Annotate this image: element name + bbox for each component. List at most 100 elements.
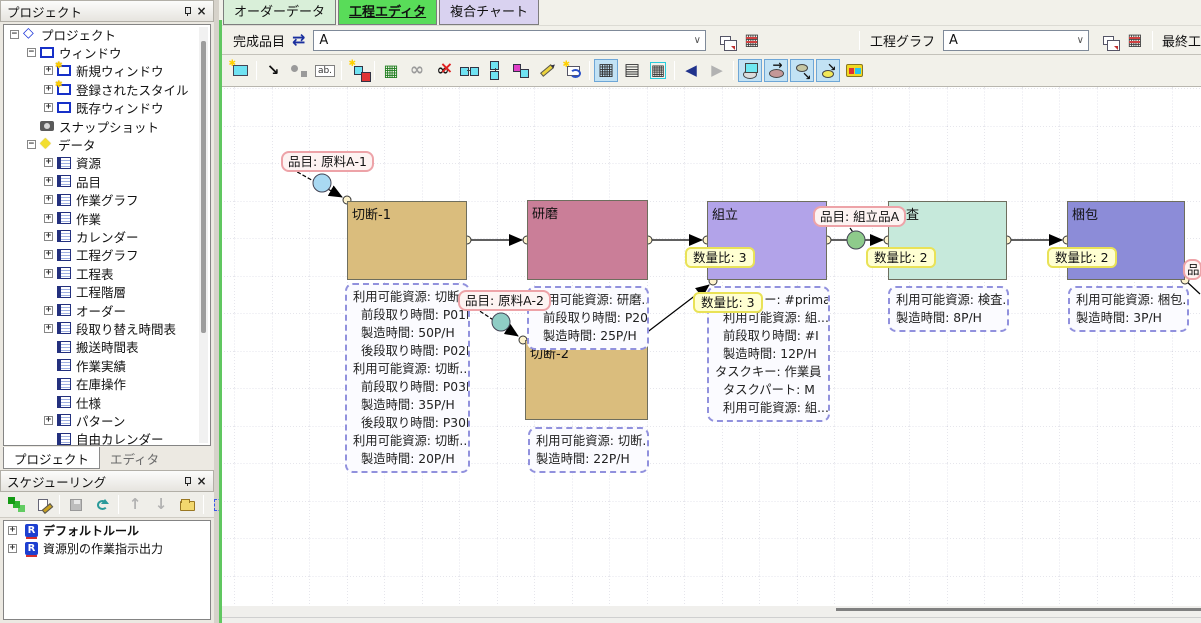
item-label-2[interactable]: 品目: 組立品A: [813, 206, 906, 227]
tree-item-13[interactable]: +工程表: [4, 264, 210, 282]
process-box-4[interactable]: 梱包: [1067, 201, 1185, 280]
expander-icon[interactable]: +: [44, 158, 53, 167]
property-box-0[interactable]: 利用可能資源: 切断...前段取り時間: P01H製造時間: 50P/H後段取り…: [345, 283, 470, 473]
tree-item-14[interactable]: 工程階層: [4, 282, 210, 300]
detail-table-button[interactable]: ▦: [646, 59, 670, 82]
undo-button[interactable]: [90, 493, 114, 516]
expander-icon[interactable]: −: [27, 48, 36, 57]
process-flow-canvas[interactable]: 切断-1研磨組立検査梱包切断-2利用可能資源: 切断...前段取り時間: P01…: [222, 87, 1201, 606]
tree-item-18[interactable]: 作業実績: [4, 356, 210, 374]
quantity-label-1[interactable]: 数量比: 3: [693, 292, 763, 313]
item-label-1[interactable]: 品目: 原料A-2: [458, 290, 551, 311]
tab-project[interactable]: プロジェクト: [3, 447, 100, 469]
open-window-button[interactable]: [714, 29, 738, 52]
link-arrow-button[interactable]: ↘: [261, 59, 285, 82]
refresh-window-button[interactable]: [561, 59, 585, 82]
pin-icon[interactable]: [179, 474, 194, 489]
palette-button[interactable]: [842, 59, 866, 82]
show-branch-button[interactable]: [790, 59, 814, 82]
tree-item-20[interactable]: 仕様: [4, 393, 210, 411]
property-box-4[interactable]: 利用可能資源: 検査...製造時間: 8P/H: [888, 286, 1009, 332]
show-item-button[interactable]: [738, 59, 762, 82]
expander-icon[interactable]: +: [44, 416, 53, 425]
show-process-button[interactable]: [764, 59, 788, 82]
tree-item-3[interactable]: +登録されたスタイル: [4, 80, 210, 98]
expander-icon[interactable]: +: [44, 177, 53, 186]
expander-icon[interactable]: −: [10, 30, 19, 39]
pin-icon[interactable]: [179, 4, 194, 19]
link-horizontal-button[interactable]: [457, 59, 481, 82]
tree-item-16[interactable]: +段取り替え時間表: [4, 319, 210, 337]
tree-item-5[interactable]: スナップショット: [4, 117, 210, 135]
move-up-button[interactable]: ↑: [123, 493, 147, 516]
expander-icon[interactable]: −: [27, 140, 36, 149]
run-button[interactable]: [5, 493, 29, 516]
process-graph-combobox[interactable]: A∨: [943, 30, 1089, 51]
project-tree-scrollbar[interactable]: [199, 27, 208, 443]
expander-icon[interactable]: +: [44, 250, 53, 259]
sched-rule-0[interactable]: +Rデフォルトルール: [4, 521, 210, 539]
link-node-gray-button[interactable]: [287, 59, 311, 82]
item-label-0[interactable]: 品目: 原料A-1: [281, 151, 374, 172]
sched-rule-1[interactable]: +R資源別の作業指示出力: [4, 539, 210, 557]
expander-icon[interactable]: +: [44, 324, 53, 333]
show-task-button[interactable]: [816, 59, 840, 82]
link-diagonal-button[interactable]: [509, 59, 533, 82]
highlight-pen-button[interactable]: [535, 59, 559, 82]
process-box-1[interactable]: 研磨: [527, 200, 648, 280]
property-list-button[interactable]: ▤: [620, 59, 644, 82]
new-node-button[interactable]: [346, 59, 370, 82]
doc-tab-2[interactable]: 複合チャート: [439, 0, 539, 25]
expander-icon[interactable]: +: [44, 306, 53, 315]
item-label-3[interactable]: 品目: [1183, 259, 1201, 280]
tree-item-15[interactable]: +オーダー: [4, 301, 210, 319]
table-view-button[interactable]: ▦: [594, 59, 618, 82]
open-table-button[interactable]: ▦: [1123, 29, 1147, 52]
doc-tab-1[interactable]: 工程エディタ: [338, 0, 437, 25]
expander-icon[interactable]: +: [44, 103, 53, 112]
insert-row-button[interactable]: ▦: [379, 59, 403, 82]
tree-item-6[interactable]: −データ: [4, 135, 210, 153]
tree-item-0[interactable]: −プロジェクト: [4, 25, 210, 43]
tree-item-21[interactable]: +パターン: [4, 411, 210, 429]
property-box-5[interactable]: 利用可能資源: 梱包...製造時間: 3P/H: [1068, 286, 1189, 332]
tree-item-19[interactable]: 在庫操作: [4, 374, 210, 392]
doc-tab-0[interactable]: オーダーデータ: [223, 0, 336, 25]
expander-icon[interactable]: +: [44, 195, 53, 204]
expander-icon[interactable]: +: [44, 269, 53, 278]
property-box-2[interactable]: 利用可能資源: 切断...製造時間: 22P/H: [528, 427, 649, 473]
back-button[interactable]: ◀: [679, 59, 703, 82]
edit-rule-button[interactable]: [31, 493, 55, 516]
expander-icon[interactable]: +: [44, 66, 53, 75]
save-button[interactable]: [64, 493, 88, 516]
expander-icon[interactable]: +: [44, 232, 53, 241]
scrollbar-thumb[interactable]: [836, 608, 1201, 611]
process-box-2[interactable]: 組立: [707, 201, 827, 280]
tree-item-2[interactable]: +新規ウィンドウ: [4, 62, 210, 80]
expander-icon[interactable]: +: [8, 526, 17, 535]
layout-vertical-button[interactable]: [483, 59, 507, 82]
tree-item-10[interactable]: +作業: [4, 209, 210, 227]
tree-item-8[interactable]: +品目: [4, 172, 210, 190]
scrollbar-thumb[interactable]: [201, 41, 206, 333]
close-icon[interactable]: ×: [194, 474, 209, 489]
new-process-button[interactable]: [228, 59, 252, 82]
close-icon[interactable]: ×: [194, 4, 209, 19]
tree-item-11[interactable]: +カレンダー: [4, 227, 210, 245]
open-table-button[interactable]: ▦: [740, 29, 764, 52]
process-box-5[interactable]: 切断-2: [525, 340, 648, 420]
tree-item-9[interactable]: +作業グラフ: [4, 191, 210, 209]
process-box-0[interactable]: 切断-1: [347, 201, 467, 280]
quantity-label-0[interactable]: 数量比: 3: [685, 247, 755, 268]
expander-icon[interactable]: +: [44, 85, 53, 94]
move-down-button[interactable]: ↓: [149, 493, 173, 516]
forward-button[interactable]: ▶: [705, 59, 729, 82]
tree-item-7[interactable]: +資源: [4, 154, 210, 172]
swap-icon[interactable]: ⇄: [292, 32, 305, 48]
expander-icon[interactable]: +: [44, 214, 53, 223]
tree-item-17[interactable]: 搬送時間表: [4, 338, 210, 356]
folder-button[interactable]: [175, 493, 199, 516]
tab-editor[interactable]: エディタ: [100, 447, 169, 469]
tree-item-12[interactable]: +工程グラフ: [4, 246, 210, 264]
tree-item-1[interactable]: −ウィンドウ: [4, 43, 210, 61]
